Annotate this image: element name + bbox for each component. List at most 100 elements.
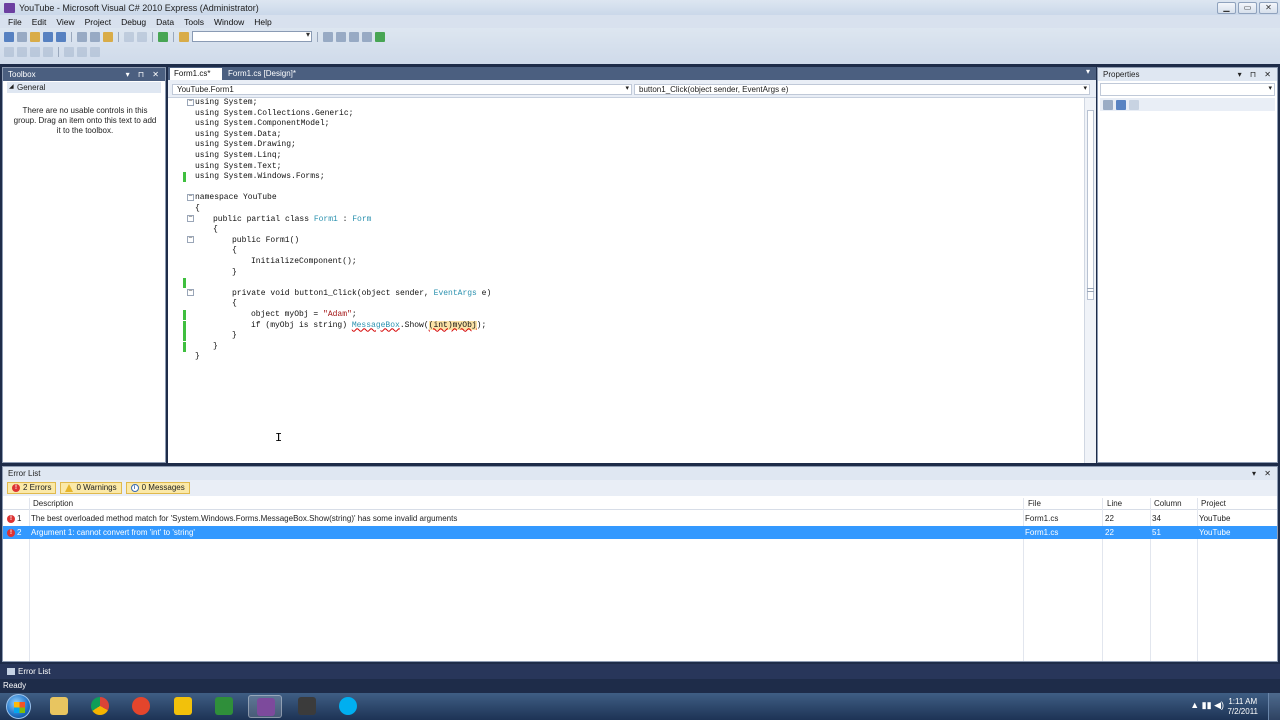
start-debugging-icon[interactable]	[158, 31, 168, 42]
alphabetical-icon[interactable]	[1116, 99, 1126, 110]
show-desktop-button[interactable]	[1268, 693, 1280, 720]
errors-filter-button[interactable]: ! 2 Errors	[7, 482, 57, 494]
taskbar-skype[interactable]	[331, 695, 365, 718]
error-list-window-controls[interactable]: ▾ ✕	[1252, 467, 1274, 480]
change-marker	[183, 310, 186, 320]
find-in-files-icon[interactable]	[179, 31, 189, 42]
maximize-button[interactable]: ▭	[1238, 2, 1257, 14]
fold-toggle[interactable]: −	[187, 194, 194, 201]
taskbar-explorer[interactable]	[42, 695, 76, 718]
member-dropdown[interactable]: button1_Click(object sender, EventArgs e…	[634, 84, 1090, 95]
column-column[interactable]: Column	[1154, 499, 1182, 508]
code-line: {	[232, 299, 237, 309]
menu-tools[interactable]: Tools	[179, 17, 209, 27]
cut-icon[interactable]	[77, 31, 87, 42]
error-number: 1	[17, 514, 22, 523]
add-item-icon[interactable]	[17, 31, 27, 42]
properties-window-controls[interactable]: ▾ ⊓ ✕	[1238, 68, 1274, 81]
open-file-icon[interactable]	[30, 31, 40, 42]
align-center-icon[interactable]	[17, 47, 27, 57]
toolbox-window-controls[interactable]: ▾ ⊓ ✕	[126, 68, 162, 81]
fold-toggle[interactable]: −	[187, 99, 194, 106]
column-line[interactable]: Line	[1107, 499, 1122, 508]
error-number: 2	[17, 528, 22, 537]
align-left-icon[interactable]	[4, 47, 14, 57]
scrollbar-thumb[interactable]	[1087, 110, 1094, 300]
editor-vertical-scrollbar[interactable]	[1084, 98, 1096, 463]
uncomment-icon[interactable]	[77, 47, 87, 57]
database-explorer-icon[interactable]	[362, 31, 372, 42]
taskbar-app4[interactable]	[166, 695, 200, 718]
menu-debug[interactable]: Debug	[116, 17, 151, 27]
paste-icon[interactable]	[103, 31, 113, 42]
menu-window[interactable]: Window	[209, 17, 249, 27]
chrome-icon	[91, 697, 109, 715]
column-description[interactable]: Description	[33, 499, 73, 508]
align-right-icon[interactable]	[30, 47, 40, 57]
window-controls: ▁ ▭ ✕	[1217, 2, 1278, 14]
tab-error-list[interactable]: Error List	[4, 665, 50, 678]
save-all-icon[interactable]	[56, 31, 66, 42]
warnings-filter-button[interactable]: 0 Warnings	[60, 482, 122, 494]
toolbox-group-general[interactable]: General	[7, 82, 161, 93]
table-row-selected[interactable]: ! 2 Argument 1: cannot convert from 'int…	[3, 526, 1277, 539]
undo-icon[interactable]	[124, 31, 134, 42]
error-column: 34	[1152, 514, 1161, 523]
code-area[interactable]: − using System; using System.Collections…	[168, 98, 1084, 463]
taskbar-app3[interactable]	[124, 695, 158, 718]
taskbar-csharp[interactable]	[207, 695, 241, 718]
copy-icon[interactable]	[90, 31, 100, 42]
object-selector-dropdown[interactable]	[1100, 83, 1275, 96]
taskbar-app7[interactable]	[290, 695, 324, 718]
code-line: InitializeComponent();	[251, 257, 357, 266]
tab-form1-cs[interactable]: Form1.cs*	[170, 68, 222, 80]
start-page-icon[interactable]	[375, 31, 385, 42]
minimize-button[interactable]: ▁	[1217, 2, 1236, 14]
menu-data[interactable]: Data	[151, 17, 179, 27]
code-token: );	[476, 320, 487, 330]
menu-file[interactable]: File	[3, 17, 27, 27]
menu-project[interactable]: Project	[80, 17, 116, 27]
categorized-icon[interactable]	[1103, 99, 1113, 110]
fold-toggle[interactable]: −	[187, 289, 194, 296]
property-pages-icon[interactable]	[1129, 99, 1139, 110]
error-description: Argument 1: cannot convert from 'int' to…	[31, 528, 195, 537]
properties-window-icon[interactable]	[336, 31, 346, 42]
column-file[interactable]: File	[1028, 499, 1041, 508]
taskbar-clock[interactable]: 1:11 AM 7/2/2011	[1227, 697, 1258, 717]
chevron-down-icon[interactable]: ▾	[1086, 67, 1090, 76]
close-button[interactable]: ✕	[1259, 2, 1278, 14]
new-project-icon[interactable]	[4, 31, 14, 42]
find-combo[interactable]	[192, 30, 312, 42]
code-token: if (myObj is string)	[251, 320, 352, 330]
toolbox-icon[interactable]	[349, 31, 359, 42]
tab-form1-design[interactable]: Form1.cs [Design]*	[224, 68, 300, 80]
column-project[interactable]: Project	[1201, 499, 1226, 508]
system-tray[interactable]: ▲ ▮▮ ◀)	[1190, 700, 1224, 711]
error-highlight[interactable]: (int)myObj	[428, 320, 477, 330]
type-dropdown[interactable]: YouTube.Form1	[172, 84, 632, 95]
menu-help[interactable]: Help	[249, 17, 276, 27]
start-button[interactable]	[6, 694, 31, 719]
taskbar-visual-studio[interactable]	[248, 695, 282, 718]
taskbar-chrome[interactable]	[83, 695, 117, 718]
fold-toggle[interactable]: −	[187, 215, 194, 222]
bookmark-icon[interactable]	[90, 47, 100, 57]
indent-icon[interactable]	[43, 47, 53, 57]
toolbar-separator	[173, 31, 174, 42]
app-icon	[132, 697, 150, 715]
bottom-tool-tabs: Error List	[0, 664, 1280, 679]
menu-view[interactable]: View	[51, 17, 79, 27]
comment-icon[interactable]	[64, 47, 74, 57]
messages-filter-button[interactable]: i0 Messages	[125, 482, 190, 494]
error-squiggle[interactable]: MessageBox	[352, 321, 400, 330]
save-icon[interactable]	[43, 31, 53, 42]
solution-explorer-icon[interactable]	[323, 31, 333, 42]
standard-toolbar	[0, 28, 1280, 64]
code-line: using System.Linq;	[195, 151, 282, 160]
error-list-header: Error List ▾ ✕	[3, 467, 1277, 480]
redo-icon[interactable]	[137, 31, 147, 42]
fold-toggle[interactable]: −	[187, 236, 194, 243]
menu-edit[interactable]: Edit	[27, 17, 52, 27]
table-row[interactable]: ! 1 The best overloaded method match for…	[3, 512, 1277, 525]
